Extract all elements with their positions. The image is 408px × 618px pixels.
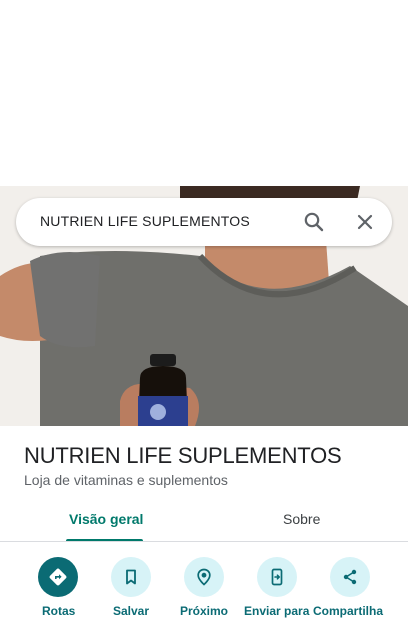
close-icon[interactable] (353, 210, 377, 234)
share-label: Compartilha (313, 604, 384, 618)
send-to-phone-icon (271, 568, 283, 586)
nearby-label: Próximo (180, 604, 229, 618)
directions-label: Rotas (42, 604, 76, 618)
save-button[interactable] (111, 557, 151, 597)
share-icon (343, 569, 357, 585)
save-label: Salvar (113, 604, 150, 618)
directions-icon (49, 568, 67, 586)
send-to-phone-label: Enviar para (244, 604, 310, 618)
place-category: Loja de vitaminas e suplementos (24, 472, 228, 488)
send-to-phone-button[interactable] (257, 557, 297, 597)
bookmark-icon (126, 569, 136, 585)
search-icon[interactable] (302, 210, 326, 234)
place-title: NUTRIEN LIFE SUPLEMENTOS (24, 443, 342, 468)
directions-button[interactable] (38, 557, 78, 597)
tab-about[interactable]: Sobre (283, 511, 320, 527)
nearby-icon (197, 568, 211, 586)
share-button[interactable] (330, 557, 370, 597)
tab-overview[interactable]: Visão geral (69, 511, 143, 527)
map-blank-area (0, 0, 408, 186)
nearby-button[interactable] (184, 557, 224, 597)
search-bar[interactable]: NUTRIEN LIFE SUPLEMENTOS (16, 198, 392, 246)
tab-divider (0, 541, 408, 542)
search-query[interactable]: NUTRIEN LIFE SUPLEMENTOS (40, 213, 250, 229)
